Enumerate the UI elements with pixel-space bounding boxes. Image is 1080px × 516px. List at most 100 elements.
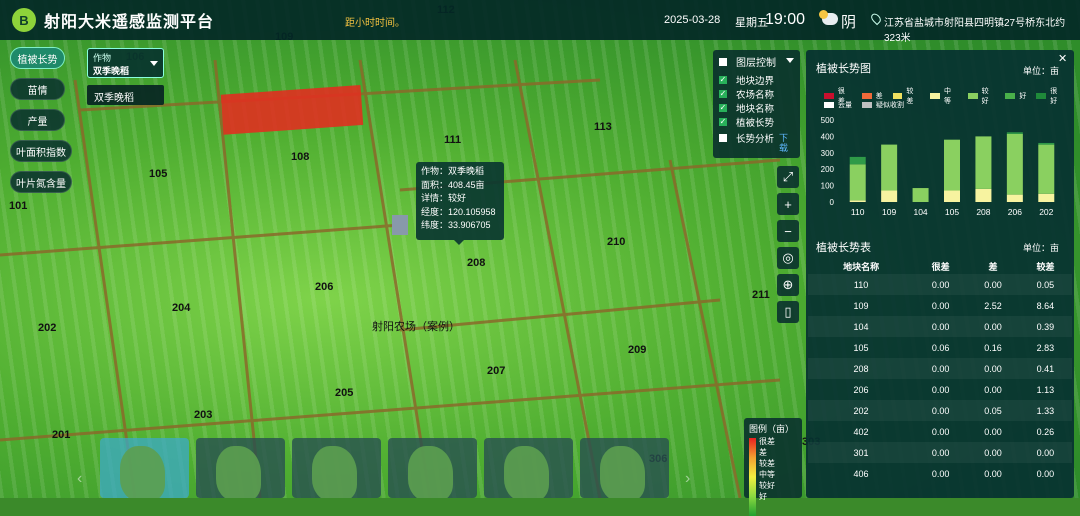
thumbnail-image: [600, 446, 645, 498]
layer-item-vegetation[interactable]: ✓ 植被长势: [719, 115, 794, 129]
table-row[interactable]: 301 0.00 0.00 0.00: [808, 442, 1072, 463]
table-row[interactable]: 104 0.00 0.00 0.39: [808, 316, 1072, 337]
table-cell: 1.33: [1018, 400, 1072, 421]
right-panel: 植被长势图 单位：亩 ✕ 很差 差 较差 中等 较好 好 很好 云量 疑似收割 …: [806, 50, 1074, 498]
bar-segment[interactable]: [1038, 144, 1055, 194]
layer-control-header[interactable]: 图层控制: [719, 54, 794, 69]
thumbnail[interactable]: [100, 438, 189, 498]
thumbnail-image: [216, 446, 261, 498]
bar-segment[interactable]: [1038, 193, 1055, 202]
bar-segment[interactable]: [912, 188, 929, 202]
layer-item-farm-name[interactable]: ✓ 农场名称: [719, 87, 794, 101]
legend-label: 好: [759, 492, 767, 501]
bar-segment[interactable]: [1006, 132, 1023, 134]
bar-segment[interactable]: [849, 156, 866, 165]
legend-swatch: [1005, 93, 1016, 99]
thumbnail[interactable]: [292, 438, 381, 498]
nav-yield[interactable]: 产量: [10, 109, 65, 131]
thumbnail[interactable]: [388, 438, 477, 498]
location-text: 江苏省盐城市射阳县四明镇27号桥东北约323米: [884, 18, 1066, 44]
close-icon[interactable]: ✕: [1058, 52, 1067, 65]
table-cell: 1.13: [1036, 384, 1055, 395]
chevron-left-icon[interactable]: ‹: [77, 470, 82, 488]
zoom-out-icon[interactable]: −: [777, 220, 799, 242]
x-tick-label: 109: [882, 207, 896, 217]
layer-item-boundary[interactable]: ✓ 地块边界: [719, 73, 794, 87]
nav-lai[interactable]: 叶面积指数: [10, 140, 72, 162]
table-row[interactable]: 206 0.00 0.00 1.13: [808, 379, 1072, 400]
layer-control-title: 图层控制: [736, 58, 776, 69]
table-cell: 104: [808, 316, 915, 337]
table-cell: 0.26: [1036, 426, 1055, 437]
thumbnail[interactable]: [484, 438, 573, 498]
nav-seedling[interactable]: 苗情: [10, 78, 65, 100]
plot-label: 210: [607, 236, 626, 248]
crop-option[interactable]: 双季晚稻: [87, 85, 164, 105]
plot-label: 211: [752, 289, 770, 301]
table-row[interactable]: 406 0.00 0.00 0.00: [808, 463, 1072, 484]
checkbox-checked[interactable]: ✓: [719, 104, 727, 112]
x-tick-label: 105: [945, 207, 959, 217]
thumbnail[interactable]: [580, 438, 669, 498]
bar-segment[interactable]: [881, 190, 898, 202]
download-link[interactable]: 下载: [779, 133, 789, 153]
table-row[interactable]: 110 0.00 0.00 0.05: [808, 274, 1072, 295]
checkbox-checked[interactable]: ✓: [719, 118, 727, 126]
plot-label: 209: [628, 344, 647, 356]
bar-segment[interactable]: [944, 139, 960, 191]
table-cell: 0.00: [967, 316, 1019, 337]
table-row[interactable]: 208 0.00 0.00 0.41: [808, 358, 1072, 379]
nav-vegetation-growth[interactable]: 植被长势: [10, 47, 65, 69]
bar-segment[interactable]: [975, 188, 992, 202]
table-row[interactable]: 402 0.00 0.00 0.26: [808, 421, 1072, 442]
bar-segment[interactable]: [1038, 142, 1055, 145]
left-nav: 植被长势 苗情 产量 叶面积指数 叶片氮含量: [10, 47, 72, 202]
plot-label: 203: [194, 409, 213, 421]
globe-icon[interactable]: ⊕: [777, 274, 799, 296]
fullscreen-icon[interactable]: ⤢: [777, 166, 799, 188]
bar-segment[interactable]: [975, 136, 992, 189]
table-row[interactable]: 202 0.00 0.05 1.33: [808, 400, 1072, 421]
legend-label: 中等: [759, 470, 775, 479]
bar-segment[interactable]: [881, 144, 898, 191]
table-cell: 0.00: [967, 358, 1019, 379]
table-cell: 0.00: [931, 468, 950, 479]
legend-swatch: [1036, 93, 1047, 99]
weekday-text: 星期五: [735, 17, 768, 29]
location-pin-icon: [869, 11, 883, 26]
locate-icon[interactable]: ◎: [777, 247, 799, 269]
table-row[interactable]: 105 0.06 0.16 2.83: [808, 337, 1072, 358]
chevron-right-icon[interactable]: ›: [685, 470, 690, 488]
checkbox[interactable]: [719, 57, 727, 66]
table-cell: 206: [853, 384, 869, 395]
thumbnail-strip: [100, 438, 676, 498]
bar-segment[interactable]: [944, 190, 960, 202]
y-tick-label: 0: [830, 198, 835, 207]
zoom-in-icon[interactable]: +: [777, 193, 799, 215]
plot-label: 208: [467, 257, 486, 269]
bar-segment[interactable]: [1006, 133, 1023, 195]
chevron-down-icon[interactable]: [786, 58, 794, 63]
bar-segment[interactable]: [849, 200, 866, 202]
layer-item-label: 农场名称: [736, 90, 775, 101]
table-cell: 0.05: [1018, 274, 1072, 295]
checkbox-checked[interactable]: ✓: [719, 76, 727, 84]
layer-item-plot-name[interactable]: ✓ 地块名称: [719, 101, 794, 115]
thumbnail[interactable]: [196, 438, 285, 498]
legend-swatch: [824, 93, 834, 99]
nav-leaf-nitrogen[interactable]: 叶片氮含量: [10, 171, 72, 193]
table-row[interactable]: 109 0.00 2.52 8.64: [808, 295, 1072, 316]
checkbox-checked[interactable]: ✓: [719, 90, 727, 98]
bar-segment[interactable]: [1006, 194, 1023, 202]
bar-segment[interactable]: [849, 164, 866, 201]
table-cell: 0.00: [914, 274, 968, 295]
layer-item-label: 长势分析: [736, 134, 775, 145]
crop-select[interactable]: 作物 双季晚稻: [87, 48, 164, 78]
table-cell: 105: [853, 342, 869, 353]
checkbox[interactable]: [719, 134, 727, 142]
table-cell: 402: [853, 426, 869, 437]
table-cell: 0.00: [984, 426, 1002, 437]
y-tick-label: 400: [821, 132, 835, 141]
book-icon[interactable]: ▯: [777, 301, 799, 323]
table-cell: 0.05: [967, 400, 1019, 421]
